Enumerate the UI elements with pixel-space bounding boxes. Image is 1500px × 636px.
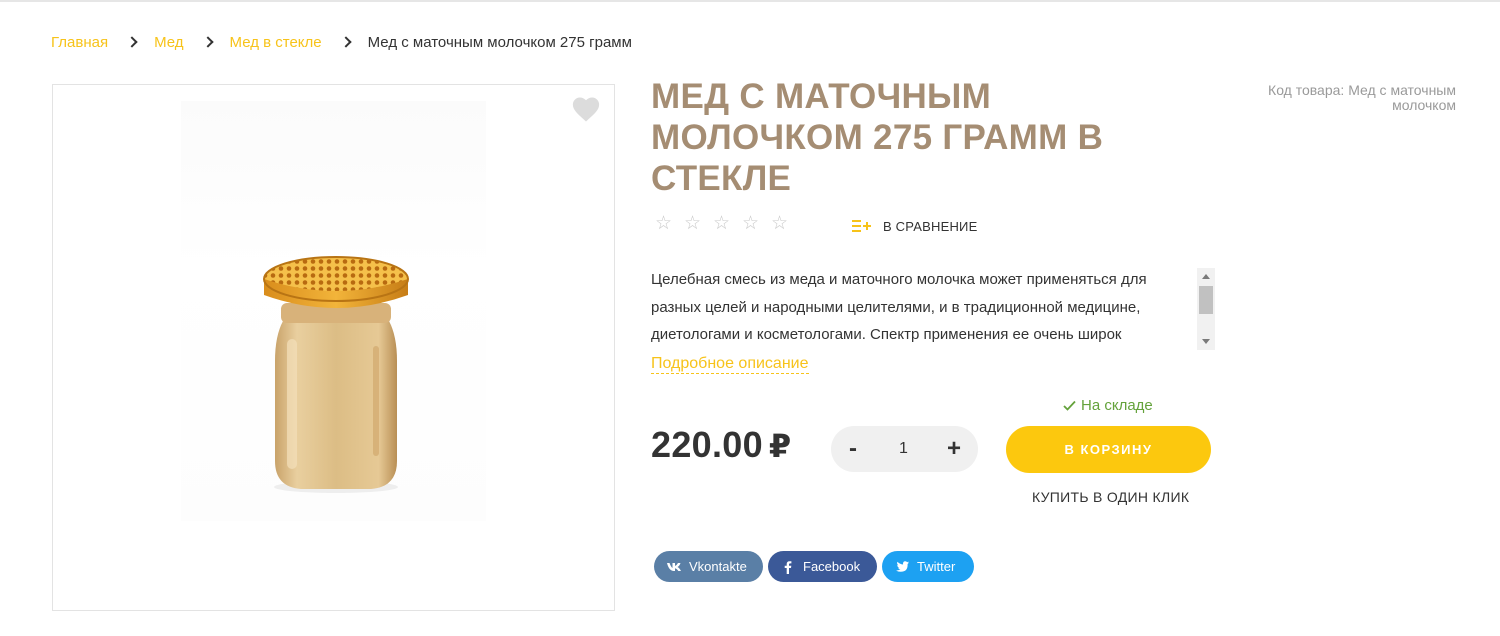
share-twitter-button[interactable]: Twitter — [882, 551, 974, 582]
breadcrumb-honey[interactable]: Мед — [154, 34, 183, 51]
star-icon[interactable]: ☆ — [684, 214, 702, 234]
heart-icon[interactable] — [571, 95, 601, 123]
star-icon[interactable]: ☆ — [742, 214, 760, 234]
price-value: 220.00 — [651, 424, 763, 465]
top-divider — [0, 0, 1500, 2]
compare-button[interactable]: В сравнение — [852, 218, 977, 234]
star-icon[interactable]: ☆ — [655, 214, 673, 234]
quantity-minus-button[interactable]: - — [845, 437, 861, 461]
description-scrollbar[interactable] — [1197, 268, 1215, 350]
breadcrumb: Главная Мед Мед в стекле Мед с маточным … — [51, 32, 632, 52]
product-image-box[interactable] — [52, 84, 615, 611]
stock-status: На складе — [1063, 397, 1153, 414]
star-icon[interactable]: ☆ — [713, 214, 731, 234]
product-sku: Код товара: Мед с маточным молочком — [1268, 82, 1456, 113]
share-twitter-label: Twitter — [917, 559, 956, 574]
product-title: Мед с маточным молочком 275 грамм в стек… — [651, 77, 1104, 198]
product-photo — [181, 101, 486, 521]
facebook-icon — [780, 560, 796, 574]
scroll-up-icon[interactable] — [1202, 274, 1210, 279]
star-icon[interactable]: ☆ — [771, 214, 789, 234]
breadcrumb-honey-in-glass[interactable]: Мед в стекле — [230, 34, 322, 51]
vk-icon — [666, 560, 682, 574]
add-to-cart-button[interactable]: В корзину — [1006, 426, 1211, 473]
description-box: Целебная смесь из меда и маточного молоч… — [651, 266, 1215, 350]
more-description-link[interactable]: Подробное описание — [651, 355, 809, 374]
twitter-icon — [894, 560, 910, 574]
share-vkontakte-label: Vkontakte — [689, 559, 747, 574]
share-facebook-label: Facebook — [803, 559, 861, 574]
breadcrumb-home[interactable]: Главная — [51, 34, 108, 51]
quantity-stepper: - + — [831, 426, 978, 472]
share-facebook-button[interactable]: Facebook — [768, 551, 877, 582]
rating-stars: ☆ ☆ ☆ ☆ ☆ — [655, 214, 789, 234]
scroll-down-icon[interactable] — [1202, 339, 1210, 344]
currency-symbol: ₽ — [768, 428, 792, 464]
chevron-right-icon — [201, 36, 214, 48]
breadcrumb-current: Мед с маточным молочком 275 грамм — [367, 33, 632, 51]
stock-label: На складе — [1081, 397, 1153, 414]
product-price: 220.00 ₽ — [651, 424, 792, 466]
chevron-right-icon — [126, 36, 138, 48]
quantity-plus-button[interactable]: + — [946, 437, 962, 461]
share-vkontakte-button[interactable]: Vkontakte — [654, 551, 763, 582]
check-icon — [1063, 400, 1076, 411]
scroll-thumb[interactable] — [1199, 286, 1213, 314]
honey-jar-image — [263, 256, 409, 493]
chevron-right-icon — [339, 36, 352, 48]
share-buttons: Vkontakte Facebook Twitter — [654, 551, 974, 582]
quantity-input[interactable] — [883, 440, 924, 458]
product-description: Целебная смесь из меда и маточного молоч… — [651, 271, 1147, 343]
buy-one-click-button[interactable]: Купить в один клик — [1032, 489, 1189, 505]
compare-icon — [852, 220, 871, 232]
compare-label: В сравнение — [883, 218, 978, 234]
